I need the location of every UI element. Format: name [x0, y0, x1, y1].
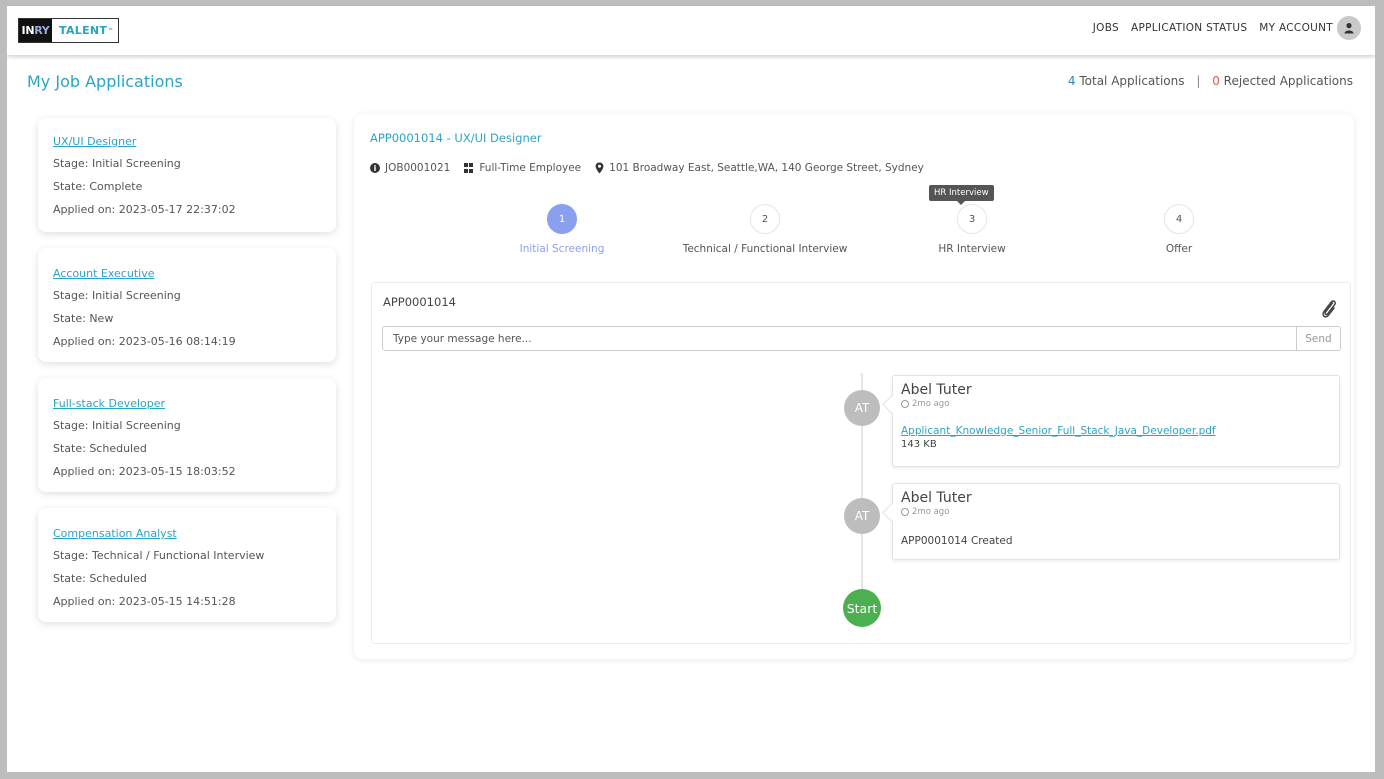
logo-mark: IN RY [19, 19, 52, 42]
activity-entry: Abel Tuter 2mo ago APP0001014 Created [892, 483, 1340, 560]
application-state: State: Scheduled [53, 442, 147, 455]
application-detail-panel: APP0001014 - UX/UI Designer i JOB0001021… [354, 114, 1354, 659]
entry-time-text: 2mo ago [912, 507, 950, 517]
application-stats: 4 Total Applications | 0 Rejected Applic… [1068, 74, 1353, 88]
entry-author: Abel Tuter [901, 490, 972, 506]
map-marker-icon [595, 162, 604, 174]
attachment-size: 143 KB [901, 439, 937, 450]
application-detail-title: APP0001014 - UX/UI Designer [370, 131, 542, 145]
logo-text-talent: TALENT [59, 24, 108, 37]
clock-icon [901, 400, 909, 408]
grid-icon [464, 163, 474, 173]
message-composer: Send [382, 326, 1341, 351]
job-id: i JOB0001021 [370, 162, 450, 174]
user-avatar-initials: AT [844, 390, 880, 426]
step-number: 2 [750, 204, 780, 234]
application-title-link[interactable]: Full-stack Developer [53, 397, 321, 410]
brand-logo[interactable]: IN RY TALENT ™ [18, 18, 119, 43]
application-card[interactable]: UX/UI Designer Stage: Initial Screening … [38, 118, 336, 232]
step-number: 1 [547, 204, 577, 234]
application-card[interactable]: Account Executive Stage: Initial Screeni… [38, 248, 336, 362]
user-avatar[interactable] [1337, 16, 1361, 40]
step-label: Technical / Functional Interview [682, 243, 848, 255]
entry-text: APP0001014 Created [901, 535, 1013, 547]
job-meta: i JOB0001021 Full-Time Employee 101 Broa… [370, 162, 924, 174]
step-label: Offer [1165, 243, 1193, 255]
attachment-link[interactable]: Applicant_Knowledge_Senior_Full_Stack_Ja… [901, 425, 1331, 437]
step-technical-interview[interactable]: 2 Technical / Functional Interview [665, 204, 865, 255]
application-state: State: New [53, 312, 114, 325]
step-initial-screening[interactable]: 1 Initial Screening [462, 204, 662, 255]
nav-jobs[interactable]: JOBS [1093, 22, 1119, 34]
job-location-text: 101 Broadway East, Seattle,WA, 140 Georg… [609, 162, 924, 174]
application-state: State: Complete [53, 180, 143, 193]
stats-separator: | [1196, 74, 1201, 88]
application-date: Applied on: 2023-05-15 14:51:28 [53, 595, 236, 608]
step-number: 3 [957, 204, 987, 234]
application-card[interactable]: Compensation Analyst Stage: Technical / … [38, 508, 336, 622]
application-date: Applied on: 2023-05-15 18:03:52 [53, 465, 236, 478]
application-date: Applied on: 2023-05-16 08:14:19 [53, 335, 236, 348]
job-location: 101 Broadway East, Seattle,WA, 140 Georg… [595, 162, 924, 174]
send-button[interactable]: Send [1296, 327, 1340, 350]
application-title-link[interactable]: UX/UI Designer [53, 135, 321, 148]
entry-author: Abel Tuter [901, 382, 972, 398]
job-id-text: JOB0001021 [385, 162, 451, 174]
app-window: IN RY TALENT ™ JOBS APPLICATION STATUS MY … [7, 6, 1375, 772]
main-nav: JOBS APPLICATION STATUS MY ACCOUNT [1093, 16, 1361, 40]
step-label: Initial Screening [519, 243, 605, 255]
info-icon: i [370, 163, 380, 173]
application-stage: Stage: Initial Screening [53, 289, 181, 302]
entry-timestamp: 2mo ago [901, 399, 1331, 409]
nav-application-status[interactable]: APPLICATION STATUS [1131, 22, 1247, 34]
clock-icon [901, 508, 909, 516]
step-hr-interview[interactable]: 3 HR Interview [872, 204, 1072, 255]
paperclip-icon [1322, 300, 1336, 318]
page-title: My Job Applications [27, 72, 183, 91]
applications-list: UX/UI Designer Stage: Initial Screening … [7, 108, 353, 653]
application-stage: Stage: Initial Screening [53, 157, 181, 170]
application-date: Applied on: 2023-05-17 22:37:02 [53, 203, 236, 216]
activity-record-id: APP0001014 [383, 295, 456, 309]
entry-timestamp: 2mo ago [901, 507, 1331, 517]
step-offer[interactable]: 4 Offer [1079, 204, 1279, 255]
step-number: 4 [1164, 204, 1194, 234]
step-tooltip: HR Interview [929, 185, 994, 205]
total-applications-label: Total Applications [1075, 74, 1185, 88]
rejected-applications-count: 0 [1212, 74, 1220, 88]
message-input[interactable] [383, 327, 1296, 350]
logo-wordmark: TALENT ™ [52, 19, 114, 42]
activity-stream: APP0001014 Send AT Abel Tuter 2mo ago Ap… [371, 282, 1351, 644]
user-avatar-initials: AT [844, 498, 880, 534]
activity-entry: Abel Tuter 2mo ago Applicant_Knowledge_S… [892, 375, 1340, 467]
top-navbar: IN RY TALENT ™ JOBS APPLICATION STATUS MY … [7, 6, 1375, 55]
nav-my-account[interactable]: MY ACCOUNT [1259, 22, 1333, 34]
entry-time-text: 2mo ago [912, 399, 950, 409]
attach-button[interactable] [1320, 298, 1338, 320]
application-state: State: Scheduled [53, 572, 147, 585]
application-card[interactable]: Full-stack Developer Stage: Initial Scre… [38, 378, 336, 492]
rejected-applications-label: Rejected Applications [1219, 74, 1353, 88]
timeline-start-marker: Start [843, 589, 881, 627]
job-type-text: Full-Time Employee [479, 162, 582, 174]
logo-trademark: ™ [108, 27, 114, 34]
user-icon [1344, 23, 1354, 34]
application-title-link[interactable]: Compensation Analyst [53, 527, 321, 540]
application-stage: Stage: Initial Screening [53, 419, 181, 432]
step-label: HR Interview [938, 243, 1006, 255]
application-title-link[interactable]: Account Executive [53, 267, 321, 280]
job-type: Full-Time Employee [464, 162, 581, 174]
logo-text-ry: RY [34, 24, 50, 37]
application-stage: Stage: Technical / Functional Interview [53, 549, 265, 562]
logo-text-in: IN [21, 24, 35, 37]
total-applications-count: 4 [1067, 74, 1076, 88]
